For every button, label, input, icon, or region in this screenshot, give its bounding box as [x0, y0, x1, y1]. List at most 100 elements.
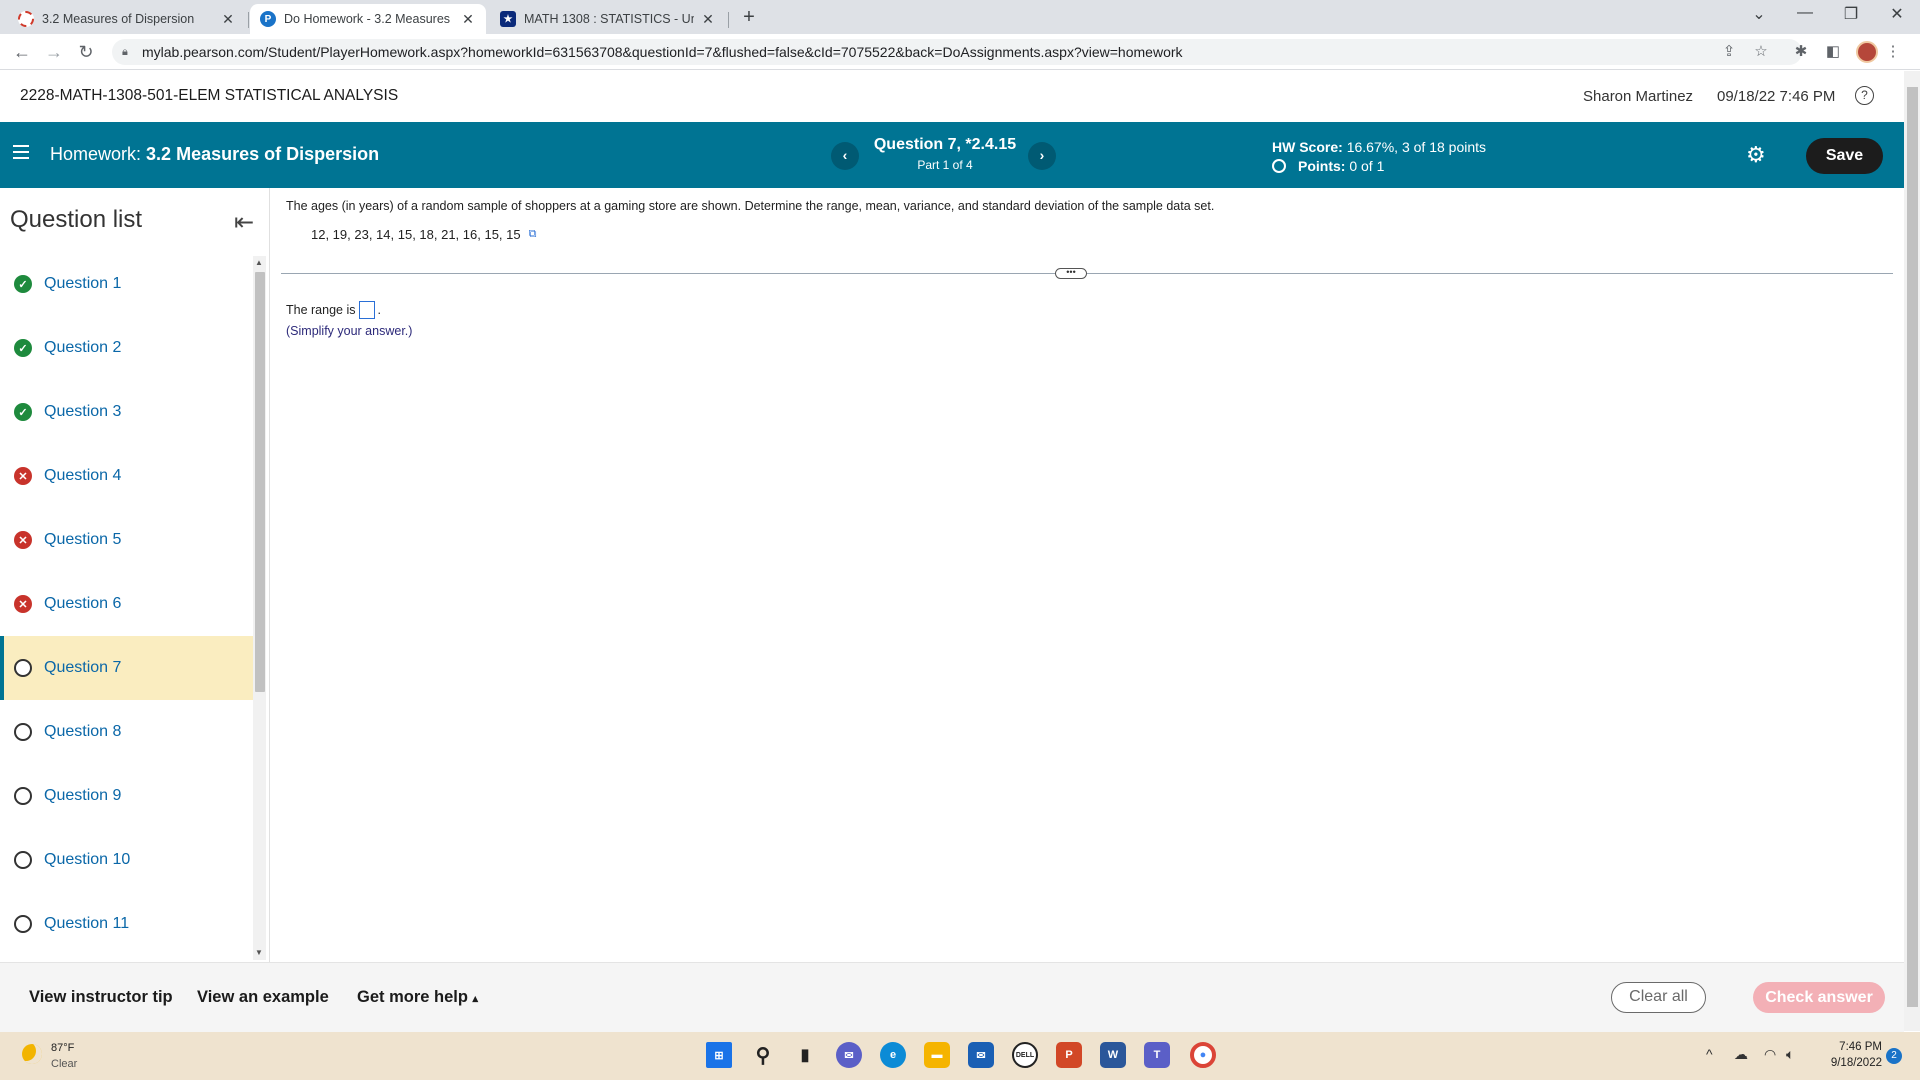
page-scroll-thumb[interactable]	[1907, 87, 1918, 1007]
powerpoint-icon[interactable]: P	[1056, 1042, 1082, 1068]
chrome-menu-icon[interactable]: ⋮	[1882, 41, 1904, 63]
bookmark-star-icon[interactable]: ☆	[1750, 41, 1772, 63]
sidebar-item-question-1[interactable]: ✓ Question 1	[0, 252, 253, 316]
divider	[281, 273, 1893, 274]
sidebar-item-question-3[interactable]: ✓ Question 3	[0, 380, 253, 444]
view-instructor-tip-link[interactable]: View instructor tip	[29, 988, 173, 1007]
close-tab-icon[interactable]: ✕	[220, 11, 236, 28]
sidebar-scrollbar[interactable]: ▲ ▼	[253, 256, 266, 960]
answer-row: The range is .	[286, 301, 381, 319]
new-tab-button[interactable]: +	[736, 6, 762, 29]
close-window-button[interactable]: ✕	[1874, 4, 1920, 24]
page-scrollbar[interactable]	[1904, 71, 1920, 1031]
clock-time[interactable]: 7:46 PM	[1832, 1041, 1882, 1053]
notification-badge[interactable]: 2	[1886, 1048, 1902, 1064]
scroll-up-icon[interactable]: ▲	[255, 258, 263, 267]
collapse-panel-icon[interactable]: ⇤	[234, 208, 254, 237]
restore-button[interactable]: ❐	[1828, 4, 1874, 24]
sidebar-item-question-6[interactable]: ✕ Question 6	[0, 572, 253, 636]
sidebar-item-label: Question 9	[44, 787, 122, 804]
dell-icon[interactable]: DELL	[1012, 1042, 1038, 1068]
sidebar-item-label: Question 6	[44, 595, 122, 612]
weather-condition[interactable]: Clear	[51, 1058, 77, 1070]
get-more-help-link[interactable]: Get more help ▴	[357, 988, 478, 1007]
answer-hint: (Simplify your answer.)	[286, 324, 413, 338]
date-time: 09/18/22 7:46 PM	[1717, 88, 1836, 105]
minimize-button[interactable]: —	[1782, 4, 1828, 22]
view-example-link[interactable]: View an example	[197, 988, 329, 1007]
browser-tab-2[interactable]: P Do Homework - 3.2 Measures of ✕	[250, 4, 486, 34]
extensions-puzzle-icon[interactable]: ✱	[1790, 41, 1812, 63]
tab-title: Do Homework - 3.2 Measures of	[284, 12, 454, 26]
clear-all-button[interactable]: Clear all	[1611, 982, 1706, 1013]
search-icon[interactable]: ⚲	[750, 1042, 776, 1068]
scroll-down-icon[interactable]: ▼	[255, 948, 263, 957]
chrome-icon[interactable]: ●	[1190, 1042, 1216, 1068]
sidebar-item-question-2[interactable]: ✓ Question 2	[0, 316, 253, 380]
copy-data-icon[interactable]: ⧉	[529, 228, 537, 241]
question-area: The ages (in years) of a random sample o…	[271, 188, 1904, 962]
sidebar-item-question-10[interactable]: Question 10	[0, 828, 253, 892]
address-bar[interactable]: 🔒︎ mylab.pearson.com/Student/PlayerHomew…	[112, 39, 1802, 65]
sidebar-item-question-4[interactable]: ✕ Question 4	[0, 444, 253, 508]
back-arrow-icon[interactable]: ←	[10, 40, 34, 64]
tray-overflow-icon[interactable]: ^	[1706, 1046, 1713, 1062]
weather-temperature[interactable]: 87°F	[51, 1042, 74, 1054]
edge-browser-icon[interactable]: e	[880, 1042, 906, 1068]
data-values: 12, 19, 23, 14, 15, 18, 21, 16, 15, 15	[311, 227, 521, 242]
tab-title: MATH 1308 : STATISTICS - Univer	[524, 12, 694, 26]
help-icon[interactable]: ?	[1855, 86, 1874, 105]
settings-gear-icon[interactable]: ⚙	[1746, 142, 1766, 168]
file-explorer-icon[interactable]: ▬	[924, 1042, 950, 1068]
browser-tab-3[interactable]: ★ MATH 1308 : STATISTICS - Univer ✕	[490, 4, 726, 34]
empty-circle-icon	[14, 787, 32, 805]
expand-more-button[interactable]: •••	[1055, 268, 1087, 279]
sidebar-item-question-8[interactable]: Question 8	[0, 700, 253, 764]
browser-tab-1[interactable]: 3.2 Measures of Dispersion ✕	[8, 4, 246, 34]
side-panel-icon[interactable]: ◧	[1822, 41, 1844, 63]
sidebar-item-question-11[interactable]: Question 11	[0, 892, 253, 956]
share-icon[interactable]: ⇪	[1718, 41, 1740, 63]
hamburger-menu-icon[interactable]	[13, 145, 29, 163]
university-icon: ★	[500, 11, 516, 27]
question-title: Question 7, *2.4.15	[873, 136, 1017, 153]
forward-arrow-icon[interactable]: →	[42, 40, 66, 64]
sidebar-item-question-5[interactable]: ✕ Question 5	[0, 508, 253, 572]
sidebar-item-label: Question 2	[44, 339, 122, 356]
sidebar-item-question-7[interactable]: Question 7	[0, 636, 253, 700]
close-tab-icon[interactable]: ✕	[460, 11, 476, 28]
wifi-icon[interactable]: ◠	[1764, 1046, 1776, 1063]
onedrive-icon[interactable]: ☁	[1734, 1046, 1748, 1063]
word-icon[interactable]: W	[1100, 1042, 1126, 1068]
points-label: Points:	[1298, 158, 1346, 174]
sidebar-item-label: Question 7	[44, 659, 122, 676]
caret-up-icon: ▴	[472, 993, 479, 1005]
range-answer-input[interactable]	[359, 301, 376, 319]
pearson-icon: P	[260, 11, 276, 27]
points: Points: 0 of 1	[1272, 158, 1384, 174]
tab-search-icon[interactable]: ⌄	[1736, 4, 1782, 24]
sidebar-item-question-9[interactable]: Question 9	[0, 764, 253, 828]
close-tab-icon[interactable]: ✕	[700, 11, 716, 28]
empty-circle-icon	[14, 659, 32, 677]
question-list: ✓ Question 1 ✓ Question 2 ✓ Question 3 ✕ Questi…	[0, 252, 253, 956]
check-answer-button[interactable]: Check answer	[1753, 982, 1885, 1013]
mail-icon[interactable]: ✉	[968, 1042, 994, 1068]
teams-icon[interactable]: T	[1144, 1042, 1170, 1068]
teams-chat-icon[interactable]: ✉	[836, 1042, 862, 1068]
task-view-icon[interactable]: ▮	[792, 1042, 818, 1068]
profile-avatar[interactable]	[1856, 41, 1878, 63]
windows-taskbar: 87°F Clear ⊞ ⚲ ▮ ✉ e ▬ ✉ DELL P W T ● ^ …	[0, 1032, 1920, 1080]
reload-icon[interactable]: ↻	[74, 40, 98, 64]
clock-date[interactable]: 9/18/2022	[1818, 1057, 1882, 1069]
course-title: 2228-MATH-1308-501-ELEM STATISTICAL ANAL…	[20, 87, 399, 104]
save-button[interactable]: Save	[1806, 138, 1883, 174]
sidebar-scroll-thumb[interactable]	[255, 272, 265, 692]
windows-start-icon[interactable]: ⊞	[706, 1042, 732, 1068]
previous-question-button[interactable]: ‹	[831, 142, 859, 170]
volume-icon[interactable]: 🔈︎	[1786, 1046, 1794, 1063]
moon-weather-icon[interactable]	[22, 1044, 42, 1064]
next-question-button[interactable]: ›	[1028, 142, 1056, 170]
tab-title: 3.2 Measures of Dispersion	[42, 12, 195, 26]
homework-name: 3.2 Measures of Dispersion	[146, 144, 380, 164]
